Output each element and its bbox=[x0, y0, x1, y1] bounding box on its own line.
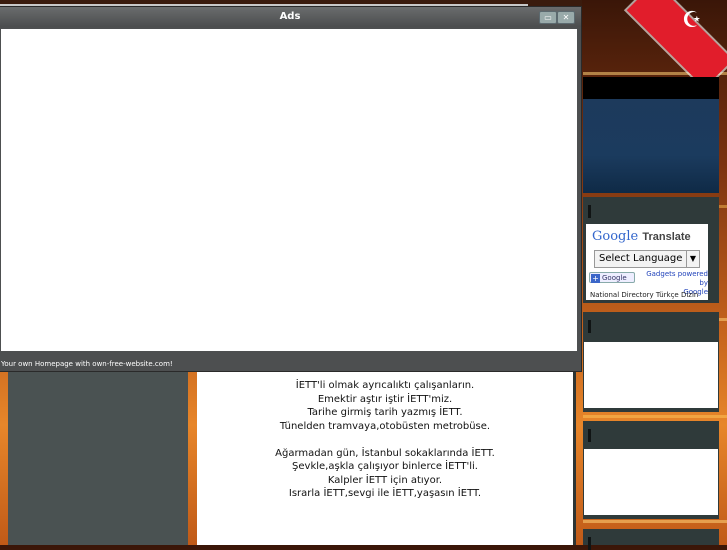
left-sidebar bbox=[8, 372, 188, 545]
right-banner bbox=[583, 99, 719, 193]
minimize-icon[interactable]: ▭ bbox=[539, 11, 557, 24]
ads-content-area[interactable] bbox=[1, 29, 577, 351]
right-widget-3 bbox=[583, 421, 719, 519]
widget-content bbox=[584, 342, 718, 408]
right-widget-2 bbox=[583, 312, 719, 412]
stanza-gap bbox=[197, 433, 573, 447]
plus-icon: + bbox=[591, 274, 600, 283]
ads-window-titlebar[interactable]: Ads ▭ ✕ bbox=[0, 7, 581, 27]
widget-marker bbox=[588, 205, 591, 218]
gadgets-link[interactable]: Gadgets bbox=[646, 270, 675, 278]
poem-line: Ağarmadan gün, İstanbul sokaklarında İET… bbox=[275, 447, 495, 459]
widget-content bbox=[584, 449, 718, 515]
ads-footer-link[interactable]: Your own Homepage with own-free-website.… bbox=[1, 360, 173, 368]
sky-streak bbox=[583, 520, 727, 523]
widget-marker bbox=[588, 537, 591, 550]
translate-logo-text: Translate bbox=[642, 231, 691, 243]
poem-line: Emektir aştır iştir İETT'miz. bbox=[317, 393, 453, 405]
google-translate-panel: Google Translate Select Language ▼ + Goo… bbox=[586, 224, 708, 300]
widget-marker bbox=[588, 320, 591, 333]
google-translate-logo: Google Translate bbox=[592, 229, 691, 244]
poem-line: İETT'li olmak ayrıcalıktı çalışanların. bbox=[295, 380, 475, 391]
ads-window[interactable]: Ads ▭ ✕ Your own Homepage with own-free-… bbox=[0, 6, 582, 372]
poem-line: Kalpler İETT için atıyor. bbox=[327, 474, 443, 486]
language-select-label: Select Language bbox=[599, 253, 683, 264]
poem-line: Israrla İETT,sevgi ile İETT,yaşasın İETT… bbox=[288, 488, 482, 499]
chevron-down-icon: ▼ bbox=[686, 251, 699, 267]
google-badge-text: Google bbox=[602, 274, 627, 282]
sky-streak bbox=[583, 415, 727, 418]
google-logo-text: Google bbox=[592, 229, 639, 244]
ads-window-title: Ads bbox=[279, 11, 301, 22]
directory-link[interactable]: National Directory Türkçe Dizin bbox=[590, 291, 698, 299]
crescent-star-icon: ☪ bbox=[682, 8, 702, 33]
powered-by-link[interactable]: powered by bbox=[678, 270, 708, 287]
language-select[interactable]: Select Language ▼ bbox=[594, 250, 700, 268]
poem-content: İETT'li olmak ayrıcalıktı çalışanların. … bbox=[197, 372, 573, 545]
widget-marker bbox=[588, 429, 591, 442]
close-icon[interactable]: ✕ bbox=[557, 11, 575, 24]
poem-line: Tünelden tramvaya,otobüsten metrobüse. bbox=[279, 420, 491, 432]
poem-line: Tarihe girmiş tarih yazmış İETT. bbox=[307, 407, 463, 418]
content-edge bbox=[573, 372, 576, 545]
add-to-google-button[interactable]: + Google bbox=[589, 272, 635, 283]
right-header-bar bbox=[583, 77, 719, 99]
poem-line: Şevkle,aşkla çalışıyor binlerce İETT'li. bbox=[292, 461, 478, 472]
right-widget-4 bbox=[583, 529, 719, 550]
